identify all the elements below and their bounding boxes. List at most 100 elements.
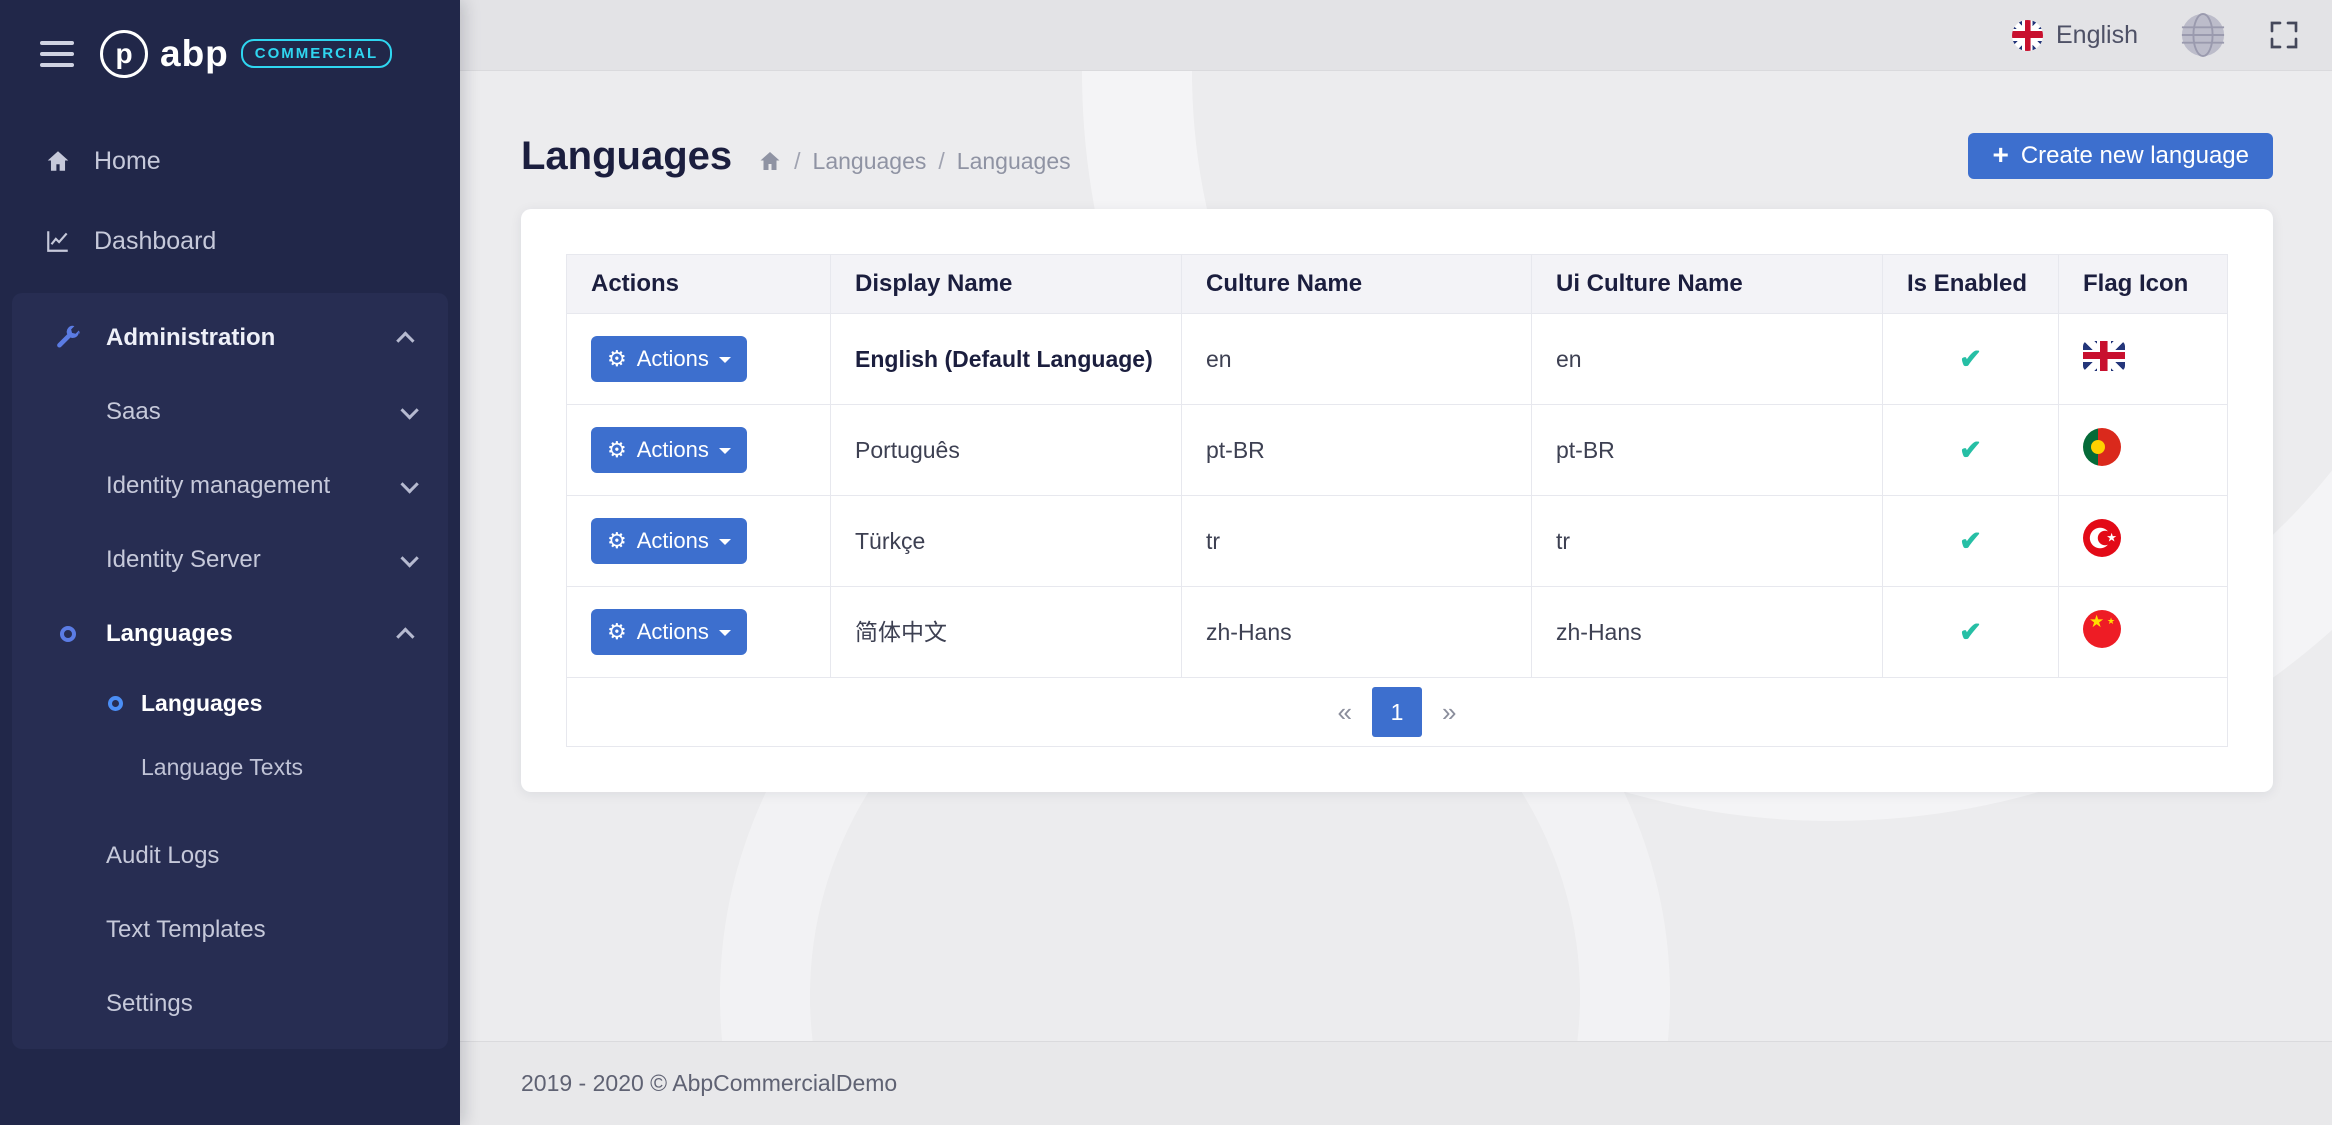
pagination: « 1 » [576, 687, 2218, 737]
sidebar-item-label: Language Texts [141, 754, 303, 781]
chevron-up-icon [396, 331, 414, 349]
caret-down-icon [719, 448, 731, 460]
pagination-next-button[interactable]: » [1426, 697, 1472, 727]
cell-culture-name: tr [1182, 496, 1532, 587]
cell-is-enabled [1883, 314, 2059, 405]
cell-culture-name: pt-BR [1182, 405, 1532, 496]
breadcrumb-home-icon[interactable] [758, 149, 782, 173]
chevron-down-icon [400, 475, 418, 493]
sidebar-item-administration[interactable]: Administration [12, 301, 448, 375]
cell-ui-culture-name: zh-Hans [1532, 587, 1883, 678]
sidebar-item-label: Settings [106, 990, 193, 1018]
cell-display-name: Português [831, 405, 1182, 496]
sidebar-item-home[interactable]: Home [0, 121, 460, 201]
sidebar-item-label: Text Templates [106, 916, 266, 944]
cell-culture-name: zh-Hans [1182, 587, 1532, 678]
row-actions-button[interactable]: Actions [591, 609, 747, 655]
sidebar-item-saas[interactable]: Saas [12, 375, 448, 449]
cell-display-name: 简体中文 [831, 587, 1182, 678]
language-switcher-label: English [2056, 21, 2138, 50]
active-bullet-icon [108, 696, 123, 711]
copyright-text: 2019 - 2020 © AbpCommercialDemo [521, 1070, 897, 1097]
cell-actions: Actions [567, 405, 831, 496]
flag-tr-icon [2083, 519, 2121, 557]
create-new-language-button[interactable]: + Create new language [1968, 133, 2273, 179]
topbar: English [460, 0, 2332, 71]
row-actions-button[interactable]: Actions [591, 518, 747, 564]
sidebar-header: p abp COMMERCIAL [0, 0, 460, 107]
cell-flag [2059, 587, 2228, 678]
sidebar-item-languages-parent[interactable]: Languages [12, 597, 448, 671]
sidebar-subitem-language-texts[interactable]: Language Texts [12, 735, 448, 799]
header-flag-icon: Flag Icon [2059, 255, 2228, 314]
sidebar: p abp COMMERCIAL Home Dashboard Administ… [0, 0, 460, 1125]
header-ui-culture-name: Ui Culture Name [1532, 255, 1883, 314]
header-is-enabled: Is Enabled [1883, 255, 2059, 314]
abp-logo-mark-icon: p [100, 30, 148, 78]
languages-table: Actions Display Name Culture Name Ui Cul… [566, 254, 2228, 747]
language-switcher[interactable]: English [2012, 20, 2138, 51]
header-actions: Actions [567, 255, 831, 314]
pagination-row: « 1 » [567, 678, 2228, 747]
fullscreen-icon[interactable] [2268, 19, 2300, 51]
check-icon [1959, 620, 1982, 646]
gear-icon [607, 528, 627, 554]
sidebar-item-dashboard[interactable]: Dashboard [0, 201, 460, 281]
cell-is-enabled [1883, 587, 2059, 678]
sidebar-menu: Home Dashboard Administration Saas [0, 107, 460, 1049]
breadcrumb-item[interactable]: Languages [926, 148, 1070, 175]
user-avatar[interactable] [2180, 12, 2226, 58]
plus-icon: + [1992, 141, 2008, 169]
row-actions-button[interactable]: Actions [591, 336, 747, 382]
sidebar-subitem-languages[interactable]: Languages [12, 671, 448, 735]
cell-actions: Actions [567, 314, 831, 405]
sidebar-item-settings[interactable]: Settings [12, 967, 448, 1041]
hamburger-menu-icon[interactable] [40, 41, 74, 67]
caret-down-icon [719, 630, 731, 642]
flag-cn-icon [2083, 610, 2121, 648]
page-title: Languages [521, 134, 732, 179]
cell-display-name: Türkçe [831, 496, 1182, 587]
main-area: English Languages Languages La [460, 0, 2332, 1125]
cell-actions: Actions [567, 587, 831, 678]
sidebar-item-text-templates[interactable]: Text Templates [12, 893, 448, 967]
flag-pt-icon [2083, 428, 2121, 466]
sidebar-item-label: Languages [106, 620, 233, 648]
header-display-name: Display Name [831, 255, 1182, 314]
pagination-page-1-button[interactable]: 1 [1372, 687, 1422, 737]
row-actions-button[interactable]: Actions [591, 427, 747, 473]
chevron-up-icon [396, 627, 414, 645]
sidebar-item-label: Languages [141, 690, 262, 717]
cell-ui-culture-name: pt-BR [1532, 405, 1883, 496]
caret-down-icon [719, 539, 731, 551]
breadcrumb: Languages Languages [758, 148, 1070, 175]
abp-logo[interactable]: p abp COMMERCIAL [100, 30, 392, 78]
content: Languages Languages Languages + Create n… [460, 71, 2332, 1041]
ring-icon [54, 626, 82, 642]
cell-is-enabled [1883, 496, 2059, 587]
pagination-prev-button[interactable]: « [1322, 697, 1368, 727]
sidebar-item-identity-server[interactable]: Identity Server [12, 523, 448, 597]
sidebar-item-label: Home [94, 147, 161, 176]
sidebar-item-label: Identity management [106, 472, 330, 500]
sidebar-item-label: Dashboard [94, 227, 216, 256]
breadcrumb-item[interactable]: Languages [782, 148, 926, 175]
check-icon [1959, 438, 1982, 464]
uk-flag-icon [2012, 20, 2043, 51]
abp-logo-text: abp [160, 33, 229, 75]
cell-flag [2059, 405, 2228, 496]
chevron-down-icon [400, 549, 418, 567]
caret-down-icon [719, 357, 731, 369]
sidebar-item-label: Saas [106, 398, 161, 426]
chevron-down-icon [400, 401, 418, 419]
cell-culture-name: en [1182, 314, 1532, 405]
page-header: Languages Languages Languages + Create n… [521, 133, 2273, 179]
cell-ui-culture-name: tr [1532, 496, 1883, 587]
sidebar-item-identity-management[interactable]: Identity management [12, 449, 448, 523]
table-row: Actions 简体中文 zh-Hans zh-Hans [567, 587, 2228, 678]
gear-icon [607, 346, 627, 372]
gear-icon [607, 437, 627, 463]
sidebar-item-audit-logs[interactable]: Audit Logs [12, 819, 448, 893]
cell-display-name: English (Default Language) [831, 314, 1182, 405]
table-row: Actions English (Default Language) en en [567, 314, 2228, 405]
